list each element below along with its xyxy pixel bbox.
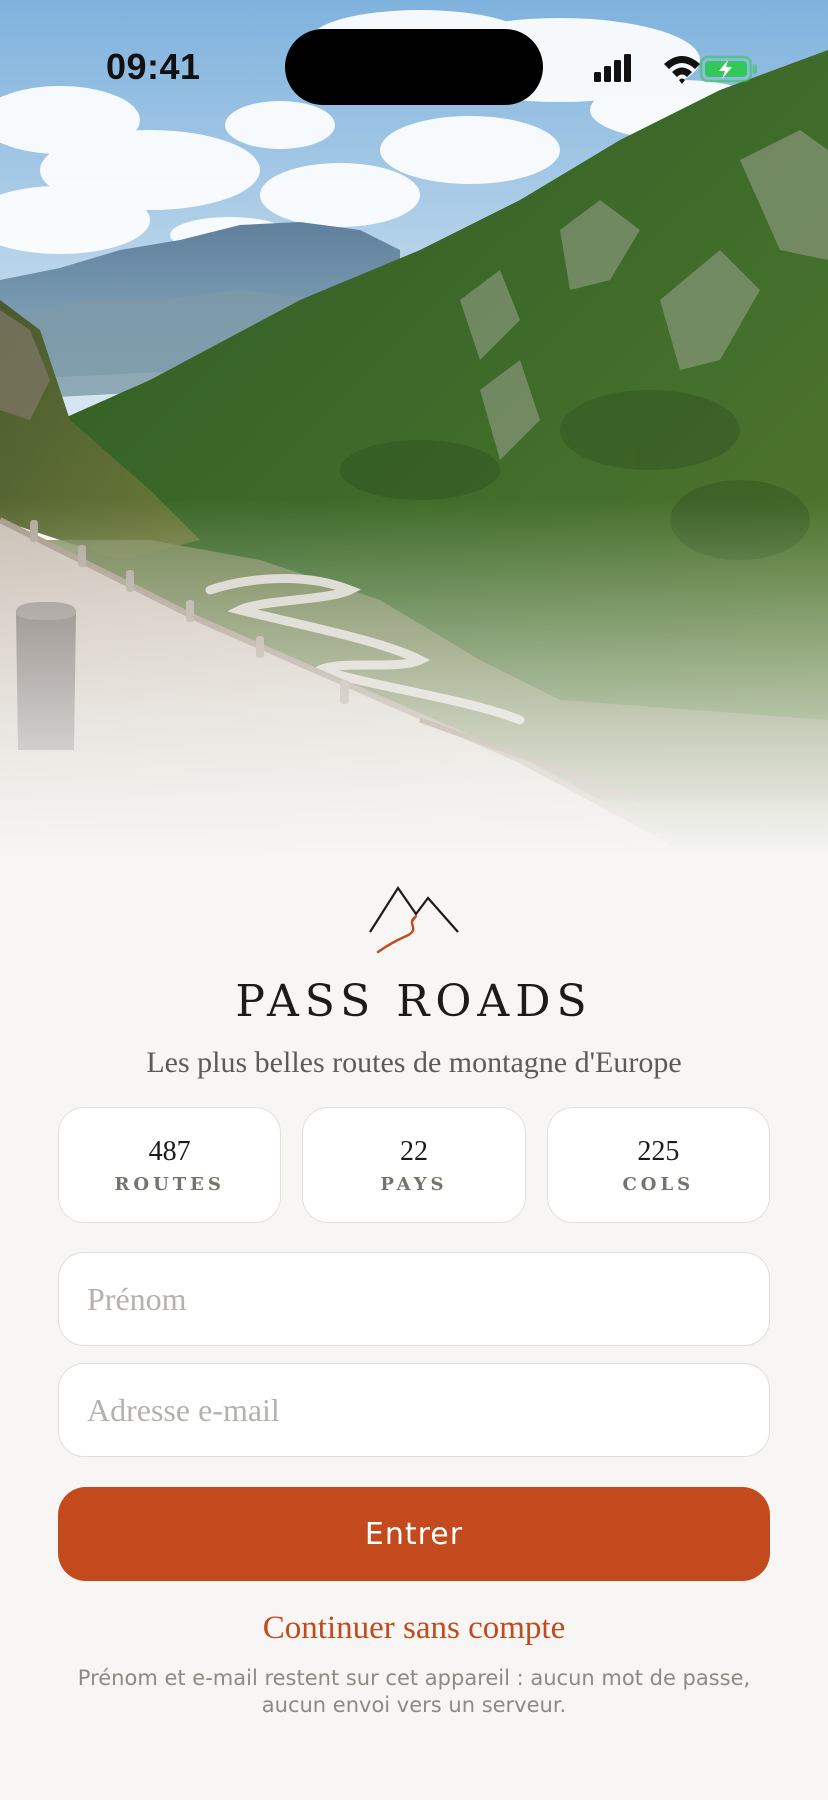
battery-charging-icon [699,55,757,83]
email-input[interactable] [58,1363,770,1457]
stat-card-passes: 225 COLS [546,1107,770,1223]
enter-button[interactable]: Entrer [58,1487,770,1581]
privacy-note: Prénom et e-mail restent sur cet apparei… [77,1666,751,1717]
stat-value: 487 [148,1135,191,1167]
first-name-input[interactable] [58,1252,770,1346]
hero-image [0,0,828,860]
mountain-road-logo-icon [369,886,459,954]
status-time: 09:41 [106,46,201,87]
status-icons [594,54,757,84]
stat-card-countries: 22 PAYS [302,1107,526,1223]
stat-card-routes: 487 ROUTES [58,1107,282,1223]
continue-without-account-link[interactable]: Continuer sans compte [0,1610,828,1647]
wifi-icon [664,56,700,84]
mountain-pass-photo [0,0,828,860]
stat-label: PAYS [380,1173,448,1195]
stat-label: COLS [622,1173,695,1195]
stat-value: 22 [399,1135,428,1167]
stat-label: ROUTES [114,1173,225,1195]
signal-icon [594,54,631,82]
tagline: Les plus belles routes de montagne d'Eur… [146,1046,682,1079]
status-bar: 09:41 [0,0,828,120]
stat-value: 225 [637,1135,680,1167]
dynamic-island [285,29,543,105]
stats-row: 487 ROUTES 22 PAYS 225 COLS [58,1107,770,1223]
app-title: PASS ROADS [235,976,593,1027]
